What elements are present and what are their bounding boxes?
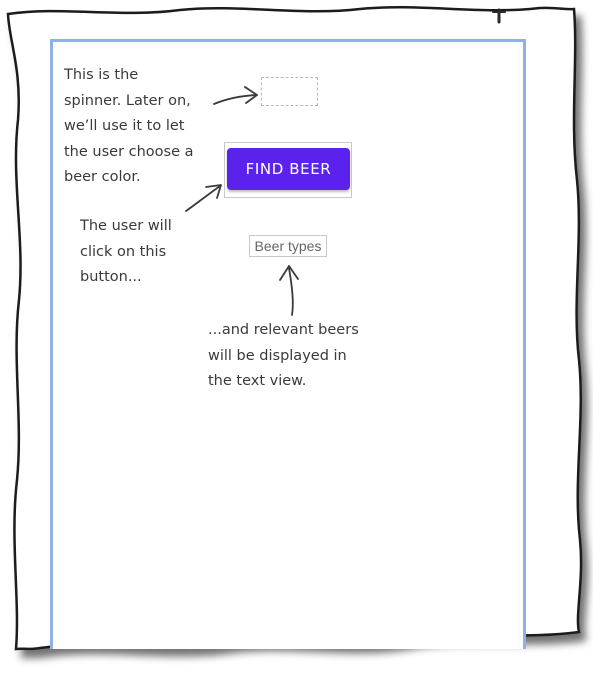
beer-types-text-view: Beer types [249,235,327,257]
figure: FIND BEER Beer types This is the spinner… [0,0,593,676]
button-annotation: The user will click on this button... [80,218,172,285]
text-view-annotation: ...and relevant beers will be displayed … [208,322,359,389]
find-beer-button[interactable]: FIND BEER [227,148,350,190]
spinner-annotation: This is the spinner. Later on, we’ll use… [64,67,194,185]
beer-color-spinner[interactable] [261,77,318,106]
